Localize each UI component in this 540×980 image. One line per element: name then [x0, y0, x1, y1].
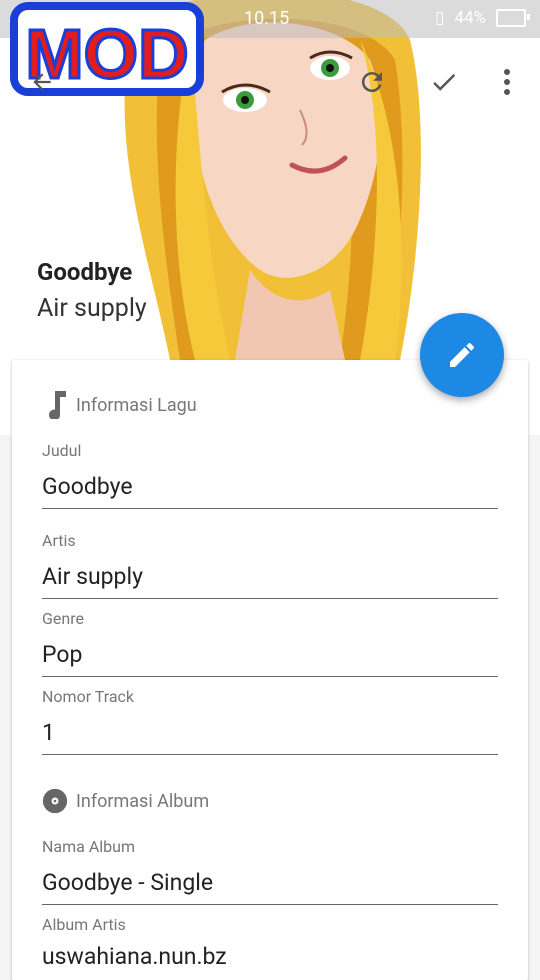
- album-name-field[interactable]: Goodbye - Single: [42, 869, 498, 905]
- field-label-artist: Artis: [42, 531, 76, 550]
- section-song-info: Informasi Lagu: [42, 390, 197, 420]
- pencil-icon: [450, 343, 474, 367]
- song-artist: Air supply: [37, 294, 147, 323]
- battery-icon: [496, 9, 530, 27]
- genre-field[interactable]: Pop: [42, 641, 498, 677]
- refresh-icon[interactable]: [352, 62, 392, 102]
- back-arrow-icon[interactable]: [22, 62, 62, 102]
- field-label-album-artist: Album Artis: [42, 915, 126, 934]
- song-title: Goodbye: [37, 258, 133, 286]
- edit-fab-button[interactable]: [420, 313, 504, 397]
- track-number-field[interactable]: 1: [42, 719, 498, 755]
- vibrate-icon: ▯: [435, 8, 445, 28]
- check-icon[interactable]: [424, 62, 464, 102]
- tag-editor-card: Informasi Lagu Judul Goodbye Artis Air s…: [12, 360, 528, 980]
- more-vert-icon[interactable]: [487, 62, 527, 102]
- status-time: 10.15: [244, 8, 290, 29]
- battery-percent: 44%: [454, 8, 486, 28]
- music-note-icon: [42, 390, 68, 420]
- title-field[interactable]: Goodbye: [42, 473, 498, 509]
- field-label-genre: Genre: [42, 609, 84, 628]
- field-label-album-name: Nama Album: [42, 837, 135, 856]
- disc-icon: [42, 786, 68, 816]
- section-album-info: Informasi Album: [42, 786, 209, 816]
- artist-field[interactable]: Air supply: [42, 563, 498, 599]
- field-label-track: Nomor Track: [42, 687, 135, 706]
- field-label-title: Judul: [42, 441, 82, 460]
- album-artist-field[interactable]: uswahiana.nun.bz: [42, 943, 498, 978]
